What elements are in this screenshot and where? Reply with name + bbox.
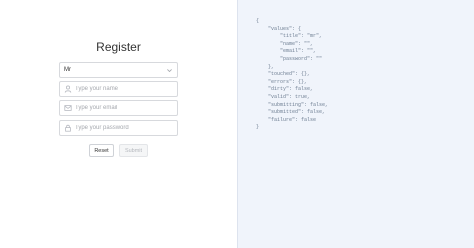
password-input[interactable] xyxy=(75,125,173,131)
code-line: "touched": {}, xyxy=(256,71,311,78)
password-field[interactable] xyxy=(59,120,178,136)
code-line: "email": "", xyxy=(256,48,317,55)
code-line: "errors": {}, xyxy=(256,78,308,85)
code-line: "dirty": false, xyxy=(256,86,314,93)
submit-button[interactable]: Submit xyxy=(119,144,148,157)
code-line: "values": { xyxy=(256,25,302,32)
title-select[interactable]: Mr xyxy=(59,62,178,78)
code-line: "submitted": false, xyxy=(256,109,326,116)
chevron-down-icon xyxy=(166,67,173,74)
title-select-value: Mr xyxy=(64,67,71,73)
code-line: "valid": true, xyxy=(256,93,311,100)
form-state-code: { "values": { "title": "mr", "name": "",… xyxy=(256,18,466,132)
lock-icon xyxy=(64,124,72,132)
form-pane: Register Mr Reset Submit xyxy=(0,0,237,248)
user-icon xyxy=(64,85,72,93)
envelope-icon xyxy=(64,104,72,112)
reset-button[interactable]: Reset xyxy=(89,144,114,157)
code-line: "submitting": false, xyxy=(256,101,329,108)
code-line: "failure": false xyxy=(256,116,317,123)
email-input[interactable] xyxy=(75,105,173,111)
code-line: "title": "mr", xyxy=(256,33,323,40)
code-line: "name": "", xyxy=(256,40,314,47)
name-field[interactable] xyxy=(59,81,178,97)
code-line: { xyxy=(256,18,260,24)
name-input[interactable] xyxy=(75,86,173,92)
form-title: Register xyxy=(96,40,141,54)
code-line: } xyxy=(256,124,260,131)
email-field[interactable] xyxy=(59,100,178,116)
code-line: "password": "" xyxy=(256,55,323,62)
code-line: }, xyxy=(256,63,275,70)
